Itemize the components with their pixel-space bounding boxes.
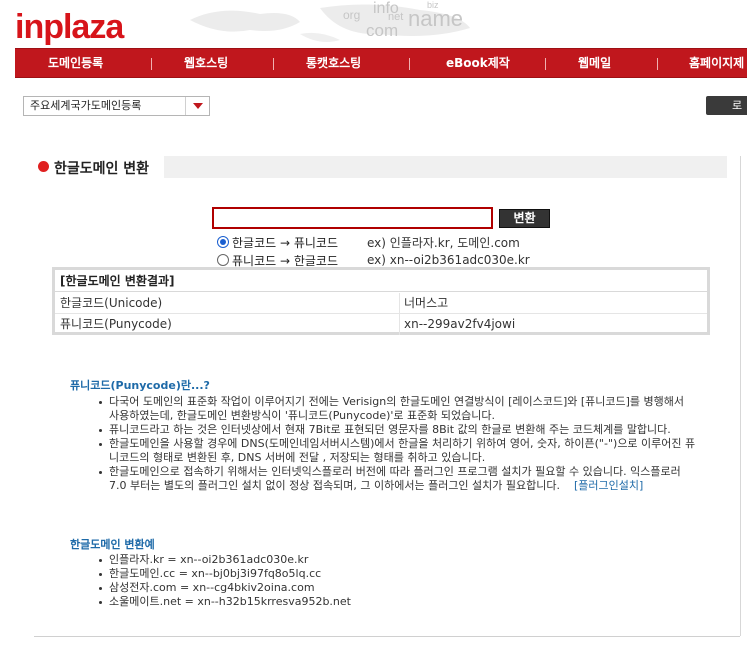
map-word-com: com <box>366 21 399 40</box>
examples-title: 한글도메인 변환예 <box>70 538 155 551</box>
radio-label: 한글코드 → 퓨니코드 <box>232 235 339 250</box>
inplaza-logo[interactable]: inplaza <box>15 8 124 47</box>
nav-item-server-hosting[interactable]: 통캣호스팅 <box>306 49 361 79</box>
row-value: xn--299av2fv4jowi <box>404 317 516 331</box>
world-map-graphic: org info net biz name com <box>180 0 480 46</box>
table-row: 퓨니코드(Punycode) xn--299av2fv4jowi <box>55 314 707 335</box>
plugin-install-link[interactable]: [플러그인설치] <box>574 479 643 492</box>
list-item: 한글도메인을 사용할 경우에 DNS(도메인네임서버시스템)에서 한글을 처리하… <box>96 437 696 465</box>
cell-divider <box>399 314 400 335</box>
radio-example: ex) 인플라자.kr, 도메인.com <box>367 235 520 250</box>
list-item: 삼성전자.com = xn--cg4bkiv2oina.com <box>96 581 696 595</box>
map-word-name: name <box>408 6 464 31</box>
radio-puny-to-hangul[interactable] <box>217 254 229 266</box>
list-item: 다국어 도메인의 표준화 작업이 이루어지기 전에는 Verisign의 한글도… <box>96 395 696 423</box>
list-item: 인플라자.kr = xn--oi2b361adc030e.kr <box>96 553 696 567</box>
punycode-info-list: 다국어 도메인의 표준화 작업이 이루어지기 전에는 Verisign의 한글도… <box>96 395 696 493</box>
divider <box>740 156 741 636</box>
domain-input[interactable] <box>212 207 493 229</box>
login-button[interactable]: 로 <box>706 96 747 115</box>
nav-item-webmail[interactable]: 웹메일 <box>578 49 611 79</box>
list-item: 한글도메인.cc = xn--bj0bj3i97fq8o5lq.cc <box>96 567 696 581</box>
dropdown-arrow-icon[interactable] <box>185 97 209 115</box>
option-puny-to-hangul[interactable]: 퓨니코드 → 한글코드 ex) xn--oi2b361adc030e.kr <box>217 252 530 268</box>
nav-item-ebook[interactable]: eBook제작 <box>446 49 510 79</box>
main-nav: 도메인등록 웹호스팅 통캣호스팅 eBook제작 웹메일 홈페이지제 <box>15 48 747 78</box>
select-value: 주요세계국가도메인등록 <box>30 99 142 112</box>
footer-divider <box>34 636 740 637</box>
list-item: 퓨니코드라고 하는 것은 인터넷상에서 현재 7Bit로 표현되던 영문자를 8… <box>96 423 696 437</box>
nav-separator <box>657 58 658 70</box>
page-title: 한글도메인 변환 <box>54 161 150 177</box>
cell-divider <box>399 293 400 314</box>
red-dot-icon <box>38 161 49 172</box>
country-domain-select[interactable]: 주요세계국가도메인등록 <box>23 96 210 116</box>
row-label: 한글코드(Unicode) <box>60 296 163 310</box>
radio-example: ex) xn--oi2b361adc030e.kr <box>367 253 530 267</box>
nav-item-webhosting[interactable]: 웹호스팅 <box>184 49 228 79</box>
list-item: 소울메이트.net = xn--h32b15krresva952b.net <box>96 595 696 609</box>
section-header: 한글도메인 변환 <box>38 156 727 178</box>
nav-separator <box>545 58 546 70</box>
result-heading: [한글도메인 변환결과] <box>55 270 707 292</box>
row-value: 너머스고 <box>404 296 449 310</box>
header: inplaza org info net biz name com <box>0 0 747 48</box>
nav-separator <box>273 58 274 70</box>
nav-separator <box>151 58 152 70</box>
list-item: 한글도메인으로 접속하기 위해서는 인터넷익스플로러 버전에 따라 플러그인 프… <box>96 465 696 493</box>
radio-hangul-to-puny[interactable] <box>217 236 229 248</box>
nav-separator <box>409 58 410 70</box>
nav-item-domain[interactable]: 도메인등록 <box>48 49 103 79</box>
result-table: [한글도메인 변환결과] 한글코드(Unicode) 너머스고 퓨니코드(Pun… <box>52 267 710 335</box>
nav-item-homepage[interactable]: 홈페이지제 <box>689 49 744 79</box>
examples-list: 인플라자.kr = xn--oi2b361adc030e.kr 한글도메인.cc… <box>96 553 696 609</box>
convert-button[interactable]: 변환 <box>499 209 550 228</box>
row-label: 퓨니코드(Punycode) <box>60 317 172 331</box>
table-row: 한글코드(Unicode) 너머스고 <box>55 293 707 314</box>
option-hangul-to-puny[interactable]: 한글코드 → 퓨니코드 ex) 인플라자.kr, 도메인.com <box>217 234 520 250</box>
punycode-info-title: 퓨니코드(Punycode)란...? <box>70 379 210 392</box>
title-bar <box>164 156 727 178</box>
map-word-org: org <box>343 8 361 22</box>
radio-label: 퓨니코드 → 한글코드 <box>232 253 339 268</box>
